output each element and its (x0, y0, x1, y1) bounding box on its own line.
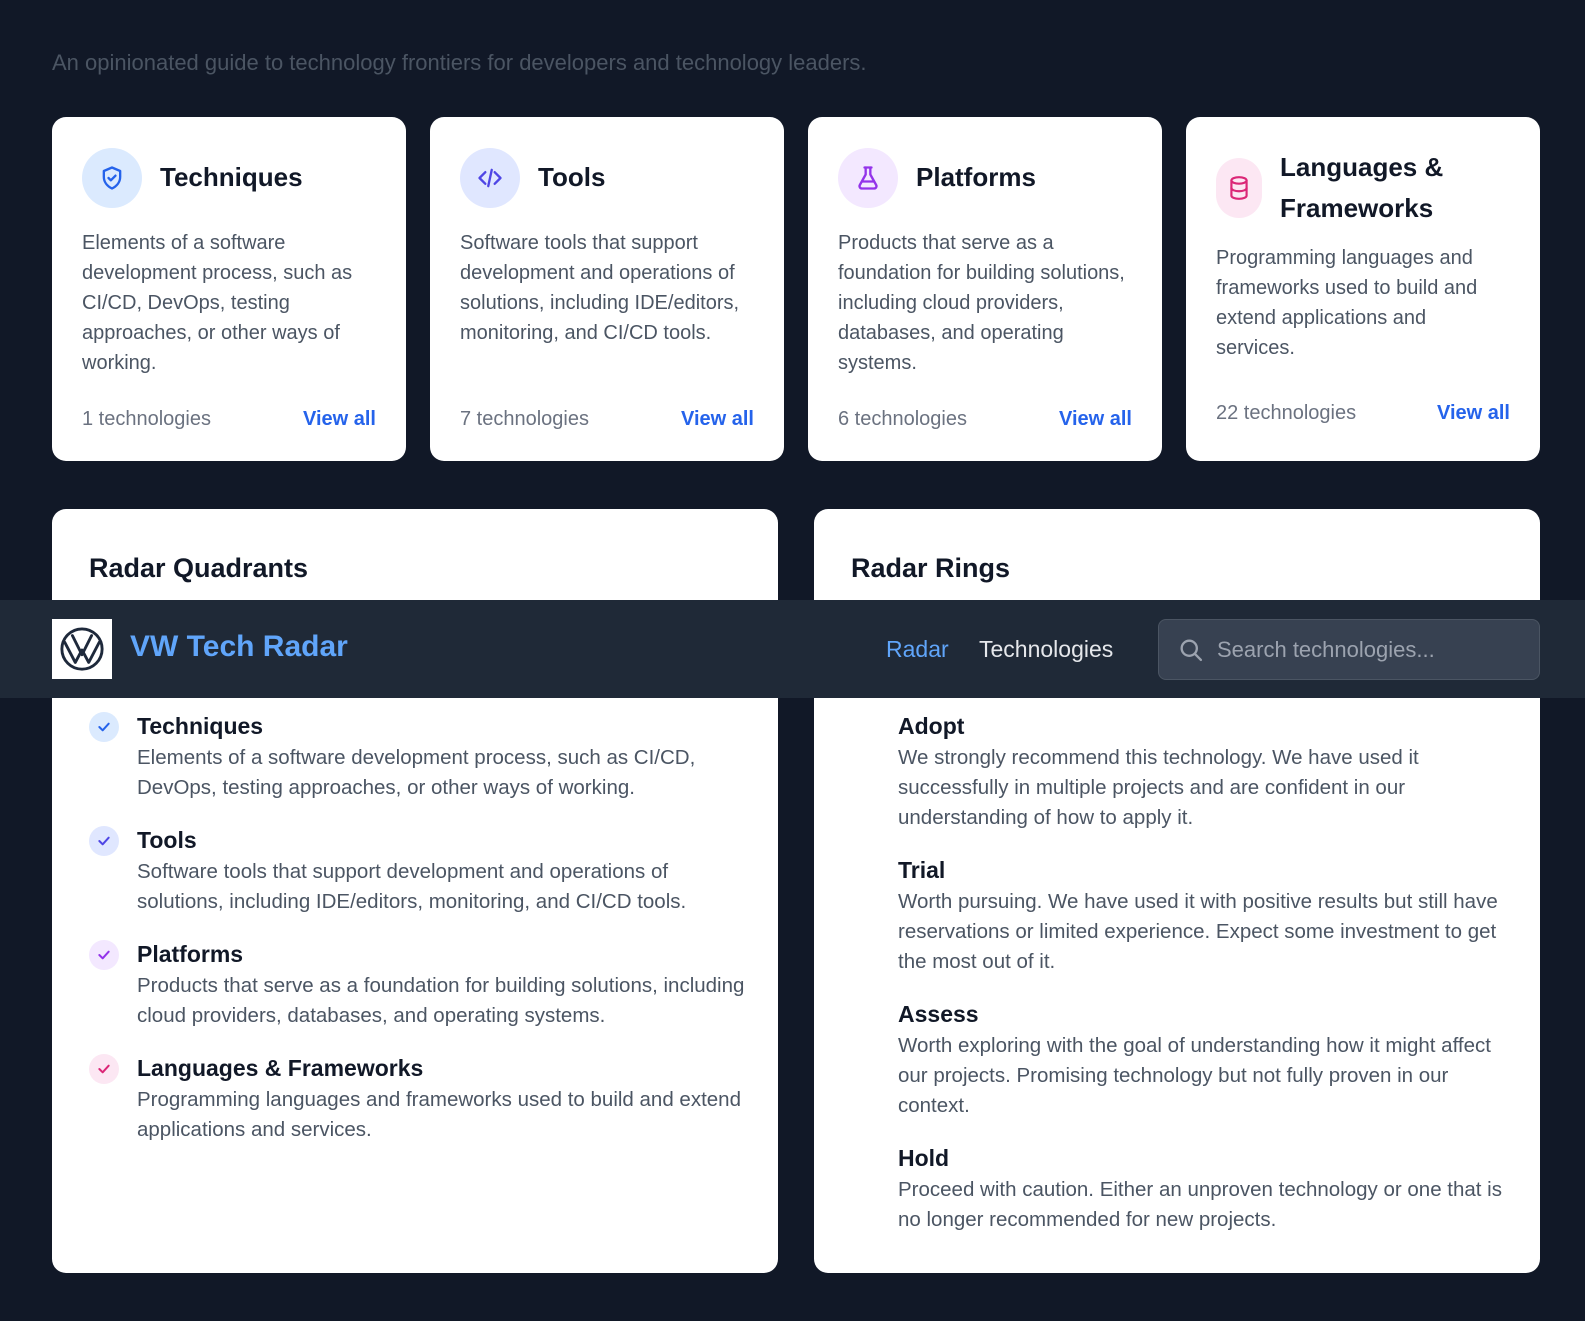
flask-icon (838, 147, 898, 208)
page: An opinionated guide to technology front… (0, 0, 1585, 1321)
card-title: Languages & Frameworks (1280, 152, 1444, 223)
card-languages-frameworks: Languages & Frameworks Programming langu… (1186, 117, 1540, 461)
panel-title: Radar Rings (851, 553, 1011, 583)
list-item: Tools Software tools that support develo… (89, 825, 749, 917)
list-item: Trial Worth pursuing. We have used it wi… (898, 855, 1508, 977)
code-icon (460, 147, 520, 208)
list-item: Hold Proceed with caution. Either an unp… (898, 1143, 1508, 1235)
ring-description: We strongly recommend this technology. W… (898, 746, 1419, 829)
view-all-platforms-link[interactable]: View all (1059, 408, 1132, 431)
card-title: Platforms (916, 162, 1036, 192)
card-description: Elements of a software development proce… (82, 232, 353, 374)
nav-link-technologies[interactable]: Technologies (979, 636, 1113, 663)
card-description: Products that serve as a foundation for … (838, 232, 1125, 374)
nav-link-radar[interactable]: Radar (886, 636, 949, 663)
quadrant-description: Programming languages and frameworks use… (137, 1088, 741, 1141)
card-description: Software tools that support development … (460, 232, 740, 344)
list-item: Languages & Frameworks Programming langu… (89, 1053, 749, 1145)
view-all-techniques-link[interactable]: View all (303, 408, 376, 431)
panel-title: Radar Quadrants (89, 553, 309, 583)
check-icon (89, 940, 119, 970)
quadrant-name: Tools (137, 827, 197, 853)
card-title: Tools (538, 162, 606, 192)
vw-logo-icon[interactable] (52, 619, 112, 679)
ring-name: Trial (898, 857, 946, 883)
list-item: Assess Worth exploring with the goal of … (898, 999, 1508, 1121)
card-count: 6 technologies (838, 408, 967, 430)
database-icon (1216, 158, 1262, 218)
ring-description: Worth pursuing. We have used it with pos… (898, 890, 1498, 973)
search-input[interactable] (1217, 620, 1527, 679)
check-icon (89, 712, 119, 742)
card-techniques: Techniques Elements of a software develo… (52, 117, 406, 461)
card-description: Programming languages and frameworks use… (1216, 247, 1478, 359)
card-title: Techniques (160, 162, 303, 192)
quadrant-name: Languages & Frameworks (137, 1055, 424, 1081)
quadrant-name: Platforms (137, 941, 244, 967)
card-count: 22 technologies (1216, 402, 1357, 424)
check-icon (89, 826, 119, 856)
search-icon (1177, 636, 1205, 669)
view-all-languages-link[interactable]: View all (1437, 402, 1510, 425)
card-count: 1 technologies (82, 408, 211, 430)
quadrant-description: Products that serve as a foundation for … (137, 974, 745, 1027)
card-platforms: Platforms Products that serve as a found… (808, 117, 1162, 461)
card-tools: Tools Software tools that support develo… (430, 117, 784, 461)
brand-title[interactable]: VW Tech Radar (130, 630, 348, 664)
list-item: Techniques Elements of a software develo… (89, 711, 749, 803)
quadrant-description: Software tools that support development … (137, 860, 687, 913)
ring-description: Proceed with caution. Either an unproven… (898, 1178, 1502, 1231)
view-all-tools-link[interactable]: View all (681, 408, 754, 431)
list-item: Adopt We strongly recommend this technol… (898, 711, 1508, 833)
page-subtitle: An opinionated guide to technology front… (52, 50, 867, 75)
search-box[interactable] (1158, 619, 1540, 680)
ring-name: Assess (898, 1001, 979, 1027)
card-count: 7 technologies (460, 408, 589, 430)
check-icon (89, 1054, 119, 1084)
ring-description: Worth exploring with the goal of underst… (898, 1034, 1491, 1117)
quadrant-description: Elements of a software development proce… (137, 746, 696, 799)
list-item: Platforms Products that serve as a found… (89, 939, 749, 1031)
top-navbar: VW Tech Radar Radar Technologies (0, 600, 1585, 698)
ring-name: Adopt (898, 713, 965, 739)
ring-name: Hold (898, 1145, 950, 1171)
quadrant-name: Techniques (137, 713, 264, 739)
shield-check-icon (82, 147, 142, 208)
